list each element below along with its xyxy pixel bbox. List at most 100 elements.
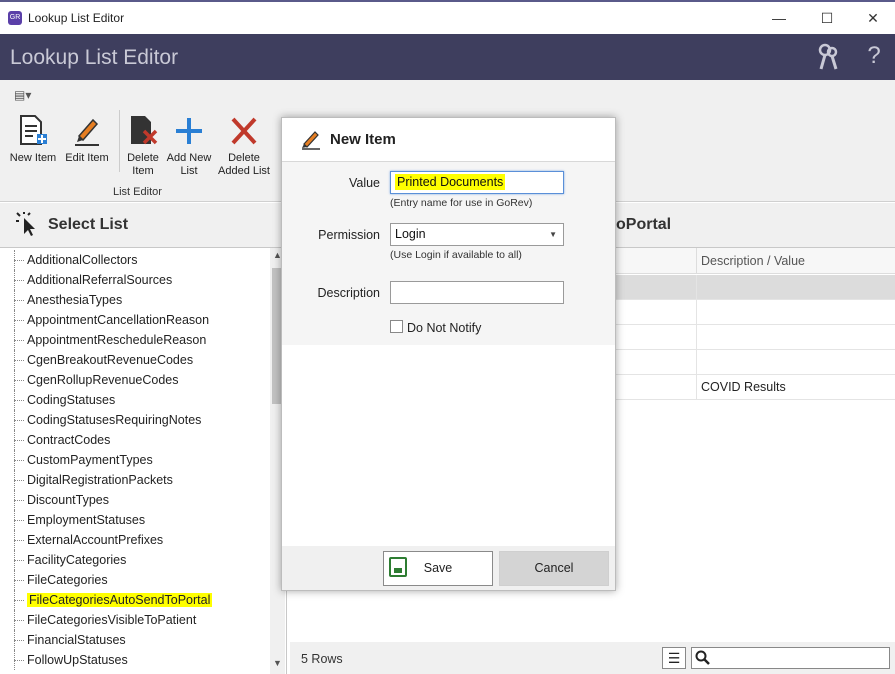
dropdown-arrow-icon: ▼ bbox=[549, 230, 557, 239]
tree-item[interactable]: CgenRollupRevenueCodes bbox=[0, 370, 270, 390]
dialog-title: New Item bbox=[330, 131, 396, 148]
do-not-notify-label: Do Not Notify bbox=[407, 321, 482, 335]
keys-icon[interactable] bbox=[814, 42, 842, 72]
scroll-down-icon[interactable]: ▼ bbox=[270, 658, 285, 672]
tree-item[interactable]: ExternalAccountPrefixes bbox=[0, 530, 270, 550]
cancel-button[interactable]: Cancel bbox=[499, 551, 609, 586]
tree-item-label: FileCategoriesAutoSendToPortal bbox=[27, 593, 213, 607]
cell-description bbox=[696, 325, 701, 350]
tree-item[interactable]: ContractCodes bbox=[0, 430, 270, 450]
permission-select[interactable]: Login ▼ bbox=[390, 223, 564, 246]
grid-footer: 5 Rows ☰ bbox=[290, 642, 895, 674]
page-title: Lookup List Editor bbox=[10, 46, 179, 69]
tree-item[interactable]: DigitalRegistrationPackets bbox=[0, 470, 270, 490]
select-list-tree[interactable]: AdditionalCollectors AdditionalReferralSo… bbox=[0, 247, 287, 674]
delete-item-icon bbox=[127, 114, 159, 148]
tree-item[interactable]: CgenBreakoutRevenueCodes bbox=[0, 350, 270, 370]
tree-item[interactable]: FileCategoriesVisibleToPatient bbox=[0, 610, 270, 630]
tree-item[interactable]: FileCategoriesAutoSendToPortal bbox=[0, 590, 270, 610]
help-icon[interactable]: ? bbox=[860, 42, 888, 72]
value-text: Printed Documents bbox=[395, 174, 506, 190]
tree-item[interactable]: FacilityCategories bbox=[0, 550, 270, 570]
tree-item-label: CgenBreakoutRevenueCodes bbox=[27, 353, 194, 367]
edit-item-label: Edit Item bbox=[65, 152, 109, 164]
do-not-notify-checkbox[interactable] bbox=[390, 320, 403, 333]
permission-hint: (Use Login if available to all) bbox=[390, 249, 522, 261]
tree-item[interactable]: CodingStatuses bbox=[0, 390, 270, 410]
delete-item-button[interactable]: Delete Item bbox=[122, 114, 164, 178]
maximize-button[interactable]: ☐ bbox=[812, 8, 842, 28]
tree-item[interactable]: CodingStatusesRequiringNotes bbox=[0, 410, 270, 430]
delete-added-list-button[interactable]: Delete Added List bbox=[216, 114, 272, 178]
add-new-list-button[interactable]: Add New List bbox=[166, 114, 212, 178]
cell-description bbox=[696, 300, 701, 325]
permission-value: Login bbox=[395, 227, 426, 241]
delete-added-list-label-line2: Added List bbox=[218, 165, 270, 177]
plus-icon bbox=[173, 114, 205, 148]
edit-item-icon bbox=[71, 114, 103, 148]
grid-search-input[interactable] bbox=[691, 647, 890, 669]
list-items-title: oPortal bbox=[616, 216, 672, 233]
tree-item[interactable]: FollowUpStatuses bbox=[0, 650, 270, 670]
permission-label: Permission bbox=[318, 228, 380, 242]
delete-added-list-label-line1: Delete bbox=[228, 152, 260, 164]
add-new-list-label-line2: List bbox=[180, 165, 198, 177]
save-label: Save bbox=[423, 561, 453, 575]
tree-item[interactable]: EmploymentStatuses bbox=[0, 510, 270, 530]
tree-item-label: EmploymentStatuses bbox=[27, 513, 146, 527]
tree-item-label: AppointmentRescheduleReason bbox=[27, 333, 207, 347]
tree-item[interactable]: DiscountTypes bbox=[0, 490, 270, 510]
app-header: Lookup List Editor ? bbox=[0, 34, 895, 80]
tree-item-label: AppointmentCancellationReason bbox=[27, 313, 210, 327]
new-item-button[interactable]: New Item bbox=[5, 114, 61, 165]
tree-item-label: DiscountTypes bbox=[27, 493, 109, 507]
tree-item-label: AnesthesiaTypes bbox=[27, 293, 123, 307]
add-new-list-label-line1: Add New bbox=[166, 152, 212, 164]
description-input[interactable] bbox=[390, 281, 564, 304]
tree-items: AdditionalCollectors AdditionalReferralSo… bbox=[0, 250, 270, 670]
tree-item[interactable]: AppointmentCancellationReason bbox=[0, 310, 270, 330]
app-icon: GR bbox=[8, 11, 22, 25]
close-button[interactable]: ✕ bbox=[858, 8, 888, 28]
tree-item-label: FileCategoriesVisibleToPatient bbox=[27, 613, 197, 627]
save-button[interactable]: Save bbox=[383, 551, 493, 586]
tree-item-label: AdditionalCollectors bbox=[27, 253, 138, 267]
tree-item-label: FileCategories bbox=[27, 573, 108, 587]
grid-menu-button[interactable]: ☰ bbox=[662, 647, 686, 669]
tree-item-label: FacilityCategories bbox=[27, 553, 127, 567]
tree-item[interactable]: CustomPaymentTypes bbox=[0, 450, 270, 470]
new-item-label: New Item bbox=[9, 152, 57, 164]
tree-item-label: CgenRollupRevenueCodes bbox=[27, 373, 179, 387]
tree-item[interactable]: AdditionalCollectors bbox=[0, 250, 270, 270]
column-header-description[interactable]: Description / Value bbox=[696, 248, 805, 274]
ribbon-separator bbox=[119, 110, 120, 172]
tree-item-label: FollowUpStatuses bbox=[27, 653, 128, 667]
tree-item-label: ContractCodes bbox=[27, 433, 111, 447]
tree-item[interactable]: AppointmentRescheduleReason bbox=[0, 330, 270, 350]
dialog-header: New Item bbox=[282, 118, 615, 162]
tree-item-label: AdditionalReferralSources bbox=[27, 273, 173, 287]
cursor-click-icon bbox=[16, 212, 38, 242]
ribbon-group-label: List Editor bbox=[113, 186, 162, 198]
new-item-dialog: New Item Value Printed Documents (Entry … bbox=[281, 117, 616, 591]
tree-item[interactable]: AdditionalReferralSources bbox=[0, 270, 270, 290]
search-icon bbox=[695, 649, 711, 670]
save-icon bbox=[389, 557, 407, 577]
tree-item[interactable]: FinancialStatuses bbox=[0, 630, 270, 650]
value-input[interactable]: Printed Documents bbox=[390, 171, 564, 194]
quick-access-menu-icon[interactable]: ▤▾ bbox=[14, 88, 31, 102]
value-hint: (Entry name for use in GoRev) bbox=[390, 197, 533, 209]
row-count: 5 Rows bbox=[301, 652, 343, 666]
window-titlebar: GR Lookup List Editor — ☐ ✕ bbox=[0, 0, 895, 34]
minimize-button[interactable]: — bbox=[764, 8, 794, 28]
pencil-icon bbox=[300, 128, 322, 155]
delete-item-label-line1: Delete bbox=[127, 152, 159, 164]
tree-item[interactable]: FileCategories bbox=[0, 570, 270, 590]
tree-item-label: CustomPaymentTypes bbox=[27, 453, 153, 467]
new-item-icon bbox=[17, 114, 49, 148]
edit-item-button[interactable]: Edit Item bbox=[62, 114, 112, 165]
delete-item-label-line2: Item bbox=[132, 165, 154, 177]
select-list-title: Select List bbox=[48, 216, 129, 233]
dialog-form: Value Printed Documents (Entry name for … bbox=[282, 162, 615, 345]
tree-item[interactable]: AnesthesiaTypes bbox=[0, 290, 270, 310]
